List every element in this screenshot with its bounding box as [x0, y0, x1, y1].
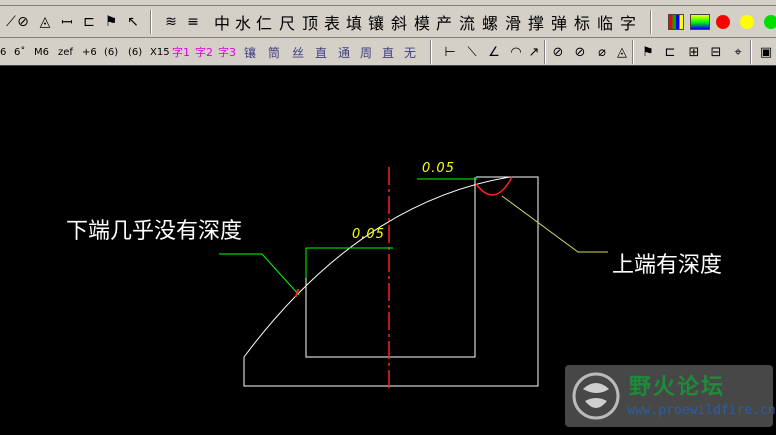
red-color-button[interactable] [716, 15, 730, 29]
slash-circle-icon[interactable]: ⊘ [570, 42, 590, 62]
leader-right [501, 195, 608, 253]
bracket-icon[interactable]: ⊏ [78, 9, 100, 35]
dim-tool-button[interactable]: 直 [315, 42, 327, 62]
dimension-bar-icon[interactable]: ꟷ [56, 9, 78, 35]
pointer-icon[interactable]: ↖ [122, 9, 144, 35]
dim-tool-button[interactable]: 周 [360, 42, 372, 62]
triangle-icon[interactable]: ◬ [612, 42, 632, 62]
dim-tool-button[interactable]: 镶 [244, 42, 256, 62]
snap-option[interactable]: M6 [34, 42, 49, 62]
frame-icon[interactable]: ⊟ [706, 42, 726, 62]
text-style-button[interactable]: 字3 [218, 42, 236, 62]
snap-option[interactable]: (6) [128, 42, 142, 62]
linear-dimension-icon[interactable]: ⊢ [440, 42, 460, 62]
tool-button[interactable]: 临 [595, 9, 615, 35]
arc-dimension-icon[interactable]: ◠ [506, 42, 526, 62]
dim-tool-button[interactable]: 通 [338, 42, 350, 62]
tool-button[interactable]: 撑 [526, 9, 546, 35]
pocket-outline [305, 177, 476, 358]
tool-button[interactable]: 顶 [300, 9, 320, 35]
toolbar-separator [750, 40, 752, 64]
toolbar-separator [632, 40, 634, 64]
snap-option[interactable]: X15 [150, 42, 170, 62]
dimension-text-mid: 0.05 [352, 227, 385, 242]
no-symbol-icon[interactable]: ⊘ [548, 42, 568, 62]
tool-button[interactable]: 流 [457, 9, 477, 35]
tool-button[interactable]: 尺 [277, 9, 297, 35]
watermark-title: 野火论坛 [629, 375, 726, 400]
snap-option[interactable]: 6 [0, 42, 6, 62]
tool-button[interactable]: 填 [344, 9, 364, 35]
forum-logo-icon [572, 372, 620, 420]
leader-icon[interactable]: ↗ [524, 42, 544, 62]
dim-tool-button[interactable]: 丝 [292, 42, 304, 62]
green-color-button[interactable] [764, 15, 776, 29]
tool-button[interactable]: 斜 [389, 9, 409, 35]
slant-dimension-icon[interactable]: ⟍ [462, 42, 482, 62]
window-icon[interactable]: ▣ [756, 42, 776, 62]
dim-tool-button[interactable]: 直 [382, 42, 394, 62]
annotation-left: 下端几乎没有深度 [66, 219, 243, 244]
dimension-bar-icon[interactable]: ⊞ [684, 42, 704, 62]
dim-tool-button[interactable]: 筒 [268, 42, 280, 62]
snap-option[interactable]: zef [58, 42, 73, 62]
snap-option[interactable]: +6 [82, 42, 97, 62]
flag-icon[interactable]: ⚑ [100, 9, 122, 35]
text-style-button[interactable]: 字1 [172, 42, 190, 62]
cursor-icon[interactable]: ⌖ [728, 42, 748, 62]
arc-profile [243, 176, 511, 358]
diameter-icon[interactable]: ⌀ [592, 42, 612, 62]
tool-button[interactable]: 弹 [549, 9, 569, 35]
gradient-icon[interactable] [690, 14, 710, 30]
watermark: 野火论坛 www.proewildfire.cn [565, 365, 776, 427]
dim-tool-button[interactable]: 无 [404, 42, 416, 62]
toolbar-separator [150, 10, 152, 34]
color-palette-icon[interactable] [668, 14, 684, 30]
toolbar-separator [650, 10, 652, 34]
flag-icon[interactable]: ⚑ [638, 42, 658, 62]
annotation-right: 上端有深度 [612, 253, 723, 278]
tool-button[interactable]: 镶 [366, 9, 386, 35]
toolbar-separator [544, 40, 546, 64]
no-symbol-icon[interactable]: ⊘ [12, 9, 34, 35]
watermark-url: www.proewildfire.cn [627, 403, 776, 418]
snap-option[interactable]: 6˚ [14, 42, 25, 62]
tool-button[interactable]: 产 [434, 9, 454, 35]
tool-button[interactable]: 模 [412, 9, 432, 35]
tool-button[interactable]: 字 [618, 9, 638, 35]
bracket-icon[interactable]: ⊏ [660, 42, 680, 62]
tool-button[interactable]: 表 [322, 9, 342, 35]
text-style-button[interactable]: 字2 [195, 42, 213, 62]
yellow-color-button[interactable] [740, 15, 754, 29]
tool-button[interactable]: 滑 [503, 9, 523, 35]
depth-marker-left [295, 288, 299, 298]
tool-button[interactable]: 标 [572, 9, 592, 35]
tool-button[interactable]: 中 [212, 9, 232, 35]
tool-button[interactable]: 螺 [480, 9, 500, 35]
part-outline [243, 176, 539, 387]
tool-button[interactable]: 水 [233, 9, 253, 35]
toolbar-drawing-tools: ⟋ ⊘ ◬ ꟷ ⊏ ⚑ ↖ ≋ ≡ 中 水 仁 尺 顶 表 填 镶 斜 模 产 … [0, 6, 776, 38]
layers-icon[interactable]: ≋ [160, 9, 182, 35]
toolbar-separator [430, 40, 432, 64]
toolbar-annotation-tools: 6 6˚ M6 zef +6 (6) (6) X15 字1 字2 字3 镶 筒 … [0, 38, 776, 66]
snap-option[interactable]: (6) [104, 42, 118, 62]
angle-dimension-icon[interactable]: ∠ [484, 42, 504, 62]
stack-icon[interactable]: ≡ [182, 9, 204, 35]
triangle-icon[interactable]: ◬ [34, 9, 56, 35]
tool-button[interactable]: 仁 [254, 9, 274, 35]
leader-left [219, 253, 300, 296]
dimension-text-top: 0.05 [422, 161, 455, 176]
